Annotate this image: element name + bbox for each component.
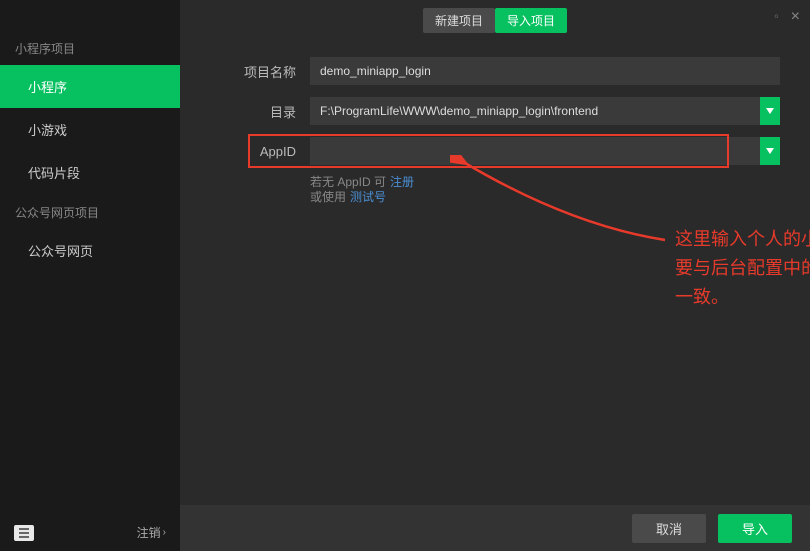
- sidebar-section-miniapp: 小程序项目: [0, 30, 180, 65]
- main-panel: 新建项目 导入项目 项目名称 目录 AppID: [180, 0, 810, 551]
- cancel-button[interactable]: 取消: [632, 514, 706, 543]
- sidebar-item-miniapp[interactable]: 小程序: [0, 65, 180, 108]
- appid-input[interactable]: [310, 137, 760, 165]
- settings-icon[interactable]: [14, 525, 34, 541]
- dir-label: 目录: [180, 102, 310, 121]
- tab-new-project[interactable]: 新建项目: [423, 8, 495, 33]
- sidebar-section-webpage: 公众号网页项目: [0, 194, 180, 229]
- test-id-link[interactable]: 测试号: [350, 188, 386, 205]
- annotation-text: 这里输入个人的小程序Appid，要与后台配置中的小程序Appid一致。: [675, 225, 810, 311]
- sidebar-item-minigame[interactable]: 小游戏: [0, 108, 180, 151]
- chevron-right-icon: ›: [163, 527, 166, 538]
- import-button[interactable]: 导入: [718, 514, 792, 543]
- sidebar-item-webpage[interactable]: 公众号网页: [0, 229, 180, 272]
- chevron-down-icon: [766, 148, 774, 154]
- top-tabs: 新建项目 导入项目: [180, 0, 810, 47]
- project-name-input[interactable]: [310, 57, 780, 85]
- sidebar: 小程序项目 小程序 小游戏 代码片段 公众号网页项目 公众号网页 注销 ›: [0, 0, 180, 551]
- import-form: 项目名称 目录 AppID 若无 AppID 可 注册: [180, 47, 810, 207]
- dir-browse-button[interactable]: [760, 97, 780, 125]
- appid-dropdown-button[interactable]: [760, 137, 780, 165]
- logout-label: 注销: [137, 524, 161, 541]
- chevron-down-icon: [766, 108, 774, 114]
- tab-import-project[interactable]: 导入项目: [495, 8, 567, 33]
- hint-testid-text: 或使用: [310, 188, 346, 205]
- close-icon[interactable]: ×: [791, 8, 800, 26]
- pin-icon[interactable]: ⚬: [772, 12, 780, 23]
- bottom-bar: 取消 导入: [180, 505, 810, 551]
- logout-button[interactable]: 注销 ›: [137, 524, 166, 541]
- dir-input[interactable]: [310, 97, 760, 125]
- sidebar-item-snippet[interactable]: 代码片段: [0, 151, 180, 194]
- register-link[interactable]: 注册: [390, 173, 414, 190]
- project-name-label: 项目名称: [180, 62, 310, 81]
- appid-label: AppID: [180, 144, 310, 159]
